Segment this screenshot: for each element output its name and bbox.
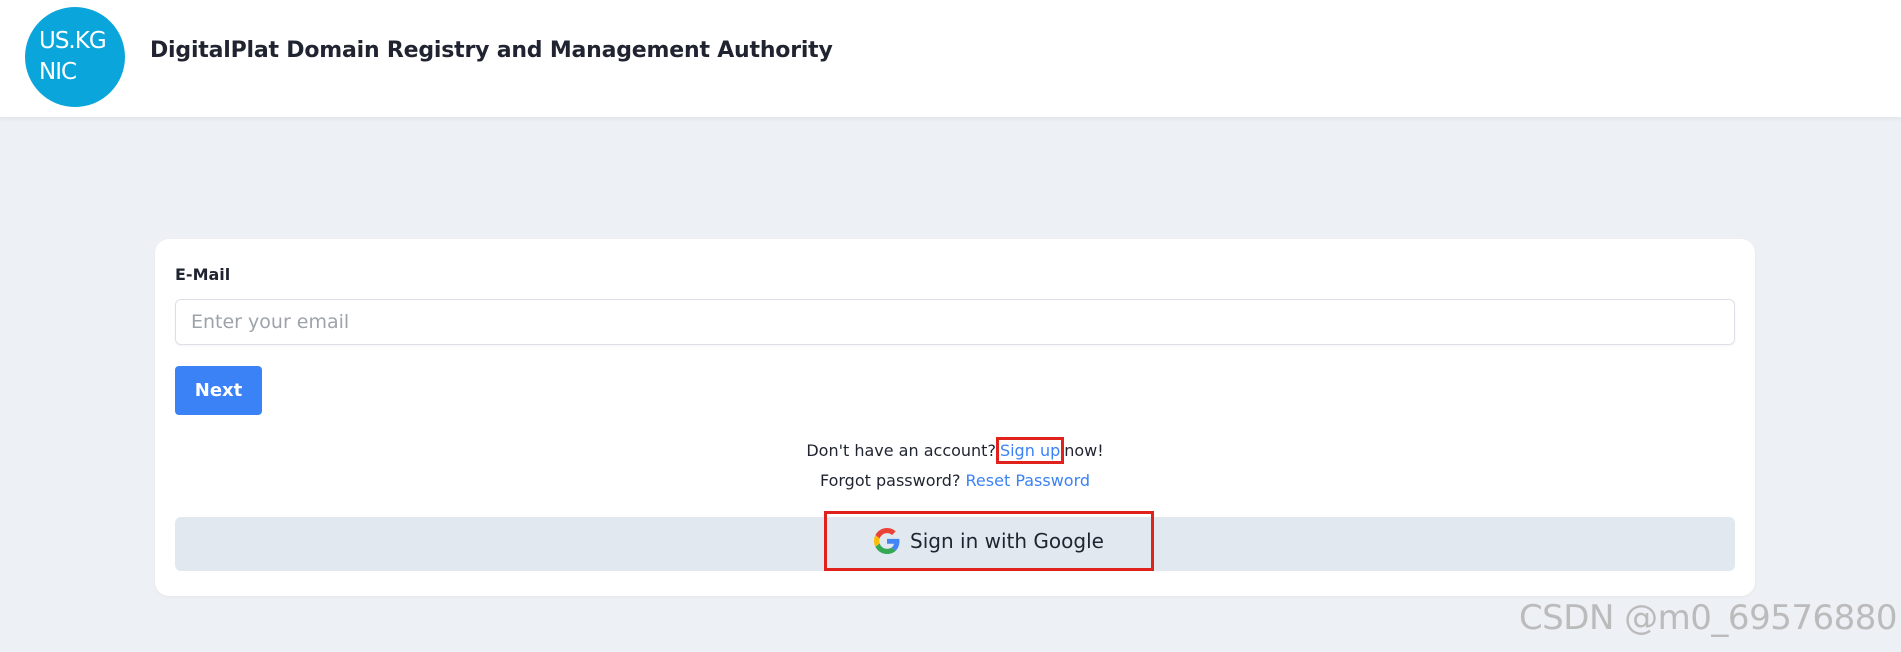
email-label: E-Mail bbox=[175, 265, 231, 284]
watermark: CSDN @m0_69576880 bbox=[1518, 598, 1898, 638]
signup-link[interactable]: Sign up bbox=[1000, 441, 1060, 460]
forgot-password-prompt: Forgot password? Reset Password bbox=[155, 471, 1755, 490]
google-signin-button[interactable]: Sign in with Google bbox=[824, 511, 1154, 571]
email-input[interactable] bbox=[175, 299, 1735, 345]
forgot-password-text: Forgot password? bbox=[819, 471, 961, 490]
google-signin-bar[interactable]: Sign in with Google bbox=[175, 511, 1735, 571]
site-title: DigitalPlat Domain Registry and Manageme… bbox=[150, 38, 833, 63]
next-button[interactable]: Next bbox=[175, 366, 262, 415]
signup-prompt-text: Don't have an account? bbox=[806, 441, 996, 460]
site-header: US.KG NIC DigitalPlat Domain Registry an… bbox=[0, 0, 1901, 118]
signup-suffix-text: now! bbox=[1064, 441, 1104, 460]
google-signin-label: Sign in with Google bbox=[910, 529, 1104, 553]
reset-password-link[interactable]: Reset Password bbox=[966, 471, 1091, 490]
signup-highlight-box: Sign up bbox=[995, 437, 1065, 464]
logo-line-1: US.KG bbox=[39, 28, 107, 54]
logo-line-2: NIC bbox=[39, 59, 77, 85]
site-logo[interactable]: US.KG NIC bbox=[25, 7, 125, 107]
login-card: E-Mail Next Don't have an account?Sign u… bbox=[155, 239, 1755, 596]
google-g-icon bbox=[874, 528, 900, 554]
signup-prompt: Don't have an account? Sign up now! bbox=[155, 437, 1755, 464]
